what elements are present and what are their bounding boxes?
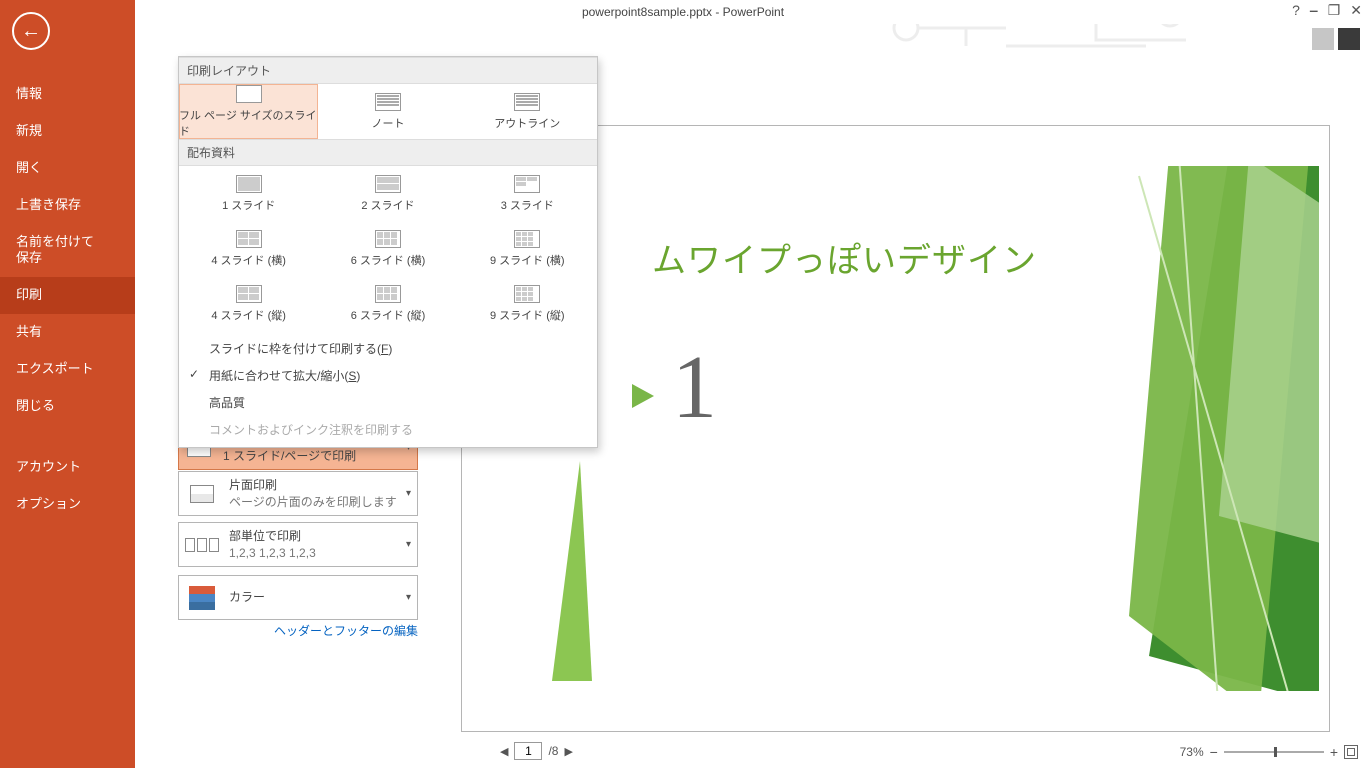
print-layout-popup: 印刷レイアウト フル ページ サイズのスライド ノート アウトライン 配布資料 1 … bbox=[178, 56, 598, 448]
collate-icon bbox=[185, 538, 219, 552]
help-icon[interactable]: ? bbox=[1292, 2, 1300, 19]
setting-duplex-title: 片面印刷 bbox=[229, 477, 397, 494]
sidebar-item-6[interactable]: 共有 bbox=[0, 314, 135, 351]
popup-section-print-layout: 印刷レイアウト bbox=[179, 57, 597, 84]
sidebar-item-7[interactable]: エクスポート bbox=[0, 351, 135, 388]
handout-option-3[interactable]: 4 スライド (横) bbox=[179, 221, 318, 276]
popup-options: スライドに枠を付けて印刷する(F) ✓ 用紙に合わせて拡大/縮小(S) 高品質 … bbox=[179, 331, 597, 447]
back-button[interactable]: ← bbox=[12, 12, 50, 50]
decorative-shapes-right bbox=[1129, 176, 1319, 681]
sidebar-item-0[interactable]: 情報 bbox=[0, 76, 135, 113]
chevron-down-icon: ▾ bbox=[406, 488, 411, 499]
handout-option-7[interactable]: 6 スライド (縦) bbox=[318, 276, 457, 331]
ribbon-swatch-light bbox=[1312, 28, 1334, 50]
popup-section-handouts: 配布資料 bbox=[179, 139, 597, 166]
prev-page-button[interactable]: ◀ bbox=[500, 745, 508, 758]
setting-duplex-sub: ページの片面のみを印刷します bbox=[229, 494, 397, 511]
slide-big-number: 1 bbox=[672, 336, 717, 439]
title-bar: powerpoint8sample.pptx - PowerPoint bbox=[0, 0, 1366, 24]
layout-option-label: フル ページ サイズのスライド bbox=[179, 107, 318, 139]
zoom-label: 73% bbox=[1180, 745, 1204, 759]
restore-icon[interactable]: ❐ bbox=[1328, 2, 1341, 19]
close-icon[interactable]: ✕ bbox=[1350, 2, 1362, 19]
handout-option-2[interactable]: 3 スライド bbox=[458, 166, 597, 221]
handout-option-5[interactable]: 9 スライド (横) bbox=[458, 221, 597, 276]
backstage-sidebar: ← 情報新規開く上書き保存名前を付けて 保存印刷共有エクスポート閉じるアカウント… bbox=[0, 0, 135, 768]
sidebar-secondary-0[interactable]: アカウント bbox=[0, 449, 135, 486]
sidebar-item-5[interactable]: 印刷 bbox=[0, 277, 135, 314]
handout-option-label: 3 スライド bbox=[501, 197, 554, 213]
slide-title-text: ムワイプっぽいデザイン bbox=[652, 233, 1037, 282]
layout-option-label: アウトライン bbox=[494, 115, 560, 131]
sidebar-item-3[interactable]: 上書き保存 bbox=[0, 187, 135, 224]
setting-collate[interactable]: 部単位で印刷 1,2,3 1,2,3 1,2,3 ▾ bbox=[178, 522, 418, 567]
handout-option-1[interactable]: 2 スライド bbox=[318, 166, 457, 221]
layout-option-label: ノート bbox=[371, 115, 404, 131]
window-title: powerpoint8sample.pptx - PowerPoint bbox=[582, 5, 784, 19]
header-footer-link[interactable]: ヘッダーとフッターの編集 bbox=[178, 622, 418, 639]
option-high-quality[interactable]: 高品質 bbox=[179, 389, 597, 416]
sidebar-item-8[interactable]: 閉じる bbox=[0, 388, 135, 425]
layout-option-1[interactable]: ノート bbox=[318, 84, 457, 139]
zoom-fit-button[interactable] bbox=[1344, 745, 1358, 759]
sidebar-secondary-1[interactable]: オプション bbox=[0, 486, 135, 523]
option-scale-to-fit[interactable]: ✓ 用紙に合わせて拡大/縮小(S) bbox=[179, 362, 597, 389]
handout-option-6[interactable]: 4 スライド (縦) bbox=[179, 276, 318, 331]
setting-collate-title: 部単位で印刷 bbox=[229, 528, 316, 545]
window-controls: ? ‒ ❐ ✕ bbox=[1292, 2, 1362, 19]
page-navigator: ◀ /8 ▶ bbox=[500, 742, 573, 760]
setting-layout-sub: 1 スライド/ページで印刷 bbox=[223, 448, 385, 465]
chevron-down-icon: ▾ bbox=[406, 592, 411, 603]
handout-option-label: 9 スライド (縦) bbox=[490, 307, 565, 323]
sidebar-item-2[interactable]: 開く bbox=[0, 150, 135, 187]
page-number-input[interactable] bbox=[514, 742, 542, 760]
page-total: /8 bbox=[548, 744, 558, 758]
handout-option-label: 2 スライド bbox=[361, 197, 414, 213]
handout-option-label: 4 スライド (縦) bbox=[211, 307, 286, 323]
ribbon-swatch-dark bbox=[1338, 28, 1360, 50]
next-page-button[interactable]: ▶ bbox=[564, 745, 572, 758]
color-icon bbox=[189, 586, 215, 610]
layout-option-0[interactable]: フル ページ サイズのスライド bbox=[179, 84, 318, 139]
setting-duplex[interactable]: 片面印刷 ページの片面のみを印刷します ▾ bbox=[178, 471, 418, 516]
zoom-in-button[interactable]: + bbox=[1330, 744, 1338, 760]
bullet-arrow-icon bbox=[632, 384, 654, 408]
check-icon: ✓ bbox=[189, 367, 199, 381]
handout-option-4[interactable]: 6 スライド (横) bbox=[318, 221, 457, 276]
zoom-slider-thumb[interactable] bbox=[1274, 747, 1277, 757]
zoom-out-button[interactable]: − bbox=[1210, 744, 1218, 760]
handout-option-label: 4 スライド (横) bbox=[211, 252, 286, 268]
handout-option-label: 1 スライド bbox=[222, 197, 275, 213]
setting-color[interactable]: カラー ▾ bbox=[178, 575, 418, 620]
layout-option-2[interactable]: アウトライン bbox=[458, 84, 597, 139]
option-print-comments: コメントおよびインク注釈を印刷する bbox=[179, 416, 597, 443]
minimize-icon[interactable]: ‒ bbox=[1310, 2, 1318, 19]
zoom-slider[interactable] bbox=[1224, 751, 1324, 753]
sidebar-item-4[interactable]: 名前を付けて 保存 bbox=[0, 224, 135, 278]
slide-canvas: ムワイプっぽいデザイン 1 bbox=[502, 166, 1319, 691]
handout-option-0[interactable]: 1 スライド bbox=[179, 166, 318, 221]
handout-option-label: 6 スライド (横) bbox=[351, 252, 426, 268]
zoom-controls: 73% − + bbox=[1180, 744, 1358, 760]
chevron-down-icon: ▾ bbox=[406, 539, 411, 550]
sidebar-item-1[interactable]: 新規 bbox=[0, 113, 135, 150]
setting-color-title: カラー bbox=[229, 589, 265, 606]
handout-option-label: 9 スライド (横) bbox=[490, 252, 565, 268]
option-frame-slides[interactable]: スライドに枠を付けて印刷する(F) bbox=[179, 335, 597, 362]
handout-option-8[interactable]: 9 スライド (縦) bbox=[458, 276, 597, 331]
setting-collate-sub: 1,2,3 1,2,3 1,2,3 bbox=[229, 545, 316, 562]
arrow-left-icon: ← bbox=[21, 20, 41, 43]
handout-option-label: 6 スライド (縦) bbox=[351, 307, 426, 323]
decorative-triangle-left bbox=[552, 461, 592, 681]
duplex-icon bbox=[190, 485, 214, 503]
